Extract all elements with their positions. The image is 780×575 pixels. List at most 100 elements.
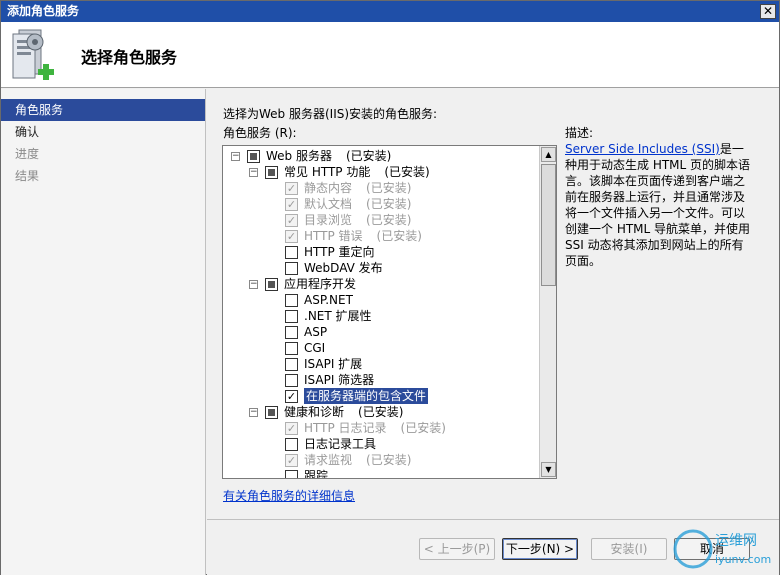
wizard-footer: < 上一步(P) 下一步(N) > 安装(I) 取消 运维网 iyunv.com: [207, 519, 779, 575]
install-button[interactable]: 安装(I): [591, 538, 667, 560]
tree-item-label: HTTP 重定向: [304, 245, 375, 259]
vertical-scrollbar[interactable]: ▲ ▼: [539, 146, 556, 478]
checkbox[interactable]: [265, 166, 278, 179]
tree-row[interactable]: 跟踪: [223, 468, 539, 479]
checkbox[interactable]: [285, 374, 298, 387]
tree-item-label: ASP.NET: [304, 293, 353, 307]
tree-item-label: WebDAV 发布: [304, 261, 383, 275]
tree-row[interactable]: ASP.NET: [223, 292, 539, 308]
page-title: 选择角色服务: [81, 48, 178, 67]
checkbox[interactable]: [265, 406, 278, 419]
tree-row[interactable]: ✓ HTTP 错误 (已安装): [223, 228, 539, 244]
collapse-icon[interactable]: −: [249, 408, 258, 417]
checkbox: ✓: [285, 214, 298, 227]
ssi-link[interactable]: Server Side Includes (SSI): [565, 142, 720, 156]
tree-item-label: 日志记录工具: [304, 437, 377, 451]
tree-row[interactable]: 日志记录工具: [223, 436, 539, 452]
nav-step-results: 结果: [15, 169, 40, 183]
add-role-services-dialog: 添加角色服务 ✕ 选择角色服务 角色服务 确认 进度 结果 选择为Web 服务器…: [0, 0, 780, 575]
checkbox: ✓: [285, 198, 298, 211]
checkbox: ✓: [285, 230, 298, 243]
tree-item-label: 默认文档 (已安装): [304, 197, 412, 211]
tree-item-label: ISAPI 筛选器: [304, 373, 375, 387]
tree-item-label: 常见 HTTP 功能 (已安装): [284, 165, 430, 179]
watermark-subtext: iyunv.com: [715, 553, 771, 566]
wizard-header: 选择角色服务: [1, 22, 779, 88]
checkbox[interactable]: [285, 326, 298, 339]
checkbox[interactable]: [285, 342, 298, 355]
tree-item-label: HTTP 错误 (已安装): [304, 229, 422, 243]
tree-row[interactable]: ✓ 在服务器端的包含文件: [223, 388, 539, 404]
tree-item-label: 目录浏览 (已安装): [304, 213, 412, 227]
tree-item-label: CGI: [304, 341, 326, 355]
tree-row[interactable]: − 常见 HTTP 功能 (已安装): [223, 164, 539, 180]
tree-row[interactable]: ✓ 默认文档 (已安装): [223, 196, 539, 212]
tree-item-label: .NET 扩展性: [304, 309, 372, 323]
checkbox[interactable]: [285, 294, 298, 307]
tree-row[interactable]: WebDAV 发布: [223, 260, 539, 276]
next-button[interactable]: 下一步(N) >: [502, 538, 578, 560]
description-text: Server Side Includes (SSI)是一种用于动态生成 HTML…: [565, 141, 755, 269]
collapse-icon[interactable]: −: [249, 168, 258, 177]
tree-item-label: 应用程序开发: [284, 277, 357, 291]
checkbox[interactable]: [285, 358, 298, 371]
tree-row[interactable]: CGI: [223, 340, 539, 356]
tree-item-label: 跟踪: [304, 469, 329, 479]
tree-item-label: 请求监视 (已安装): [304, 453, 412, 467]
collapse-icon[interactable]: −: [249, 280, 258, 289]
tree-item-label: ASP: [304, 325, 328, 339]
tree-row[interactable]: − 应用程序开发: [223, 276, 539, 292]
checkbox[interactable]: [285, 470, 298, 478]
description-label: 描述:: [565, 126, 594, 140]
checkbox[interactable]: [265, 278, 278, 291]
nav-step-progress: 进度: [15, 147, 40, 161]
scroll-thumb[interactable]: [541, 164, 556, 286]
wizard-steps-nav: 角色服务 确认 进度 结果: [1, 89, 206, 575]
scroll-up-button[interactable]: ▲: [541, 147, 556, 162]
tree-row[interactable]: ✓ 请求监视 (已安装): [223, 452, 539, 468]
role-services-tree[interactable]: − Web 服务器 (已安装) − 常见 HTTP 功能 (已安装) ✓ 静态内容 (已安装) ✓…: [222, 145, 557, 479]
nav-step-role-services[interactable]: 角色服务: [1, 99, 205, 121]
tree-row[interactable]: .NET 扩展性: [223, 308, 539, 324]
nav-step-confirm[interactable]: 确认: [1, 121, 205, 143]
watermark-text: 运维网: [715, 533, 757, 549]
checkbox: ✓: [285, 454, 298, 467]
role-services-label: 角色服务 (R):: [223, 126, 297, 140]
tree-row[interactable]: − 健康和诊断 (已安装): [223, 404, 539, 420]
tree-row[interactable]: − Web 服务器 (已安装): [223, 148, 539, 164]
close-icon: ✕: [762, 4, 774, 18]
tree-row[interactable]: HTTP 重定向: [223, 244, 539, 260]
watermark-logo: 运维网 iyunv.com: [673, 529, 771, 569]
checkbox[interactable]: [285, 438, 298, 451]
checkbox[interactable]: [285, 246, 298, 259]
tree-row[interactable]: ASP: [223, 324, 539, 340]
tree-item-label: 健康和诊断 (已安装): [284, 405, 404, 419]
server-add-icon: [12, 29, 54, 80]
tree-row[interactable]: ✓ 静态内容 (已安装): [223, 180, 539, 196]
tree-row[interactable]: ✓ HTTP 日志记录 (已安装): [223, 420, 539, 436]
tree-item-label: 静态内容 (已安装): [304, 181, 412, 195]
tree-item-label: ISAPI 扩展: [304, 357, 363, 371]
window-title: 添加角色服务: [7, 4, 80, 18]
instruction-text: 选择为Web 服务器(IIS)安装的角色服务:: [223, 107, 438, 121]
tree-item-label: Web 服务器 (已安装): [266, 149, 392, 163]
scroll-down-button[interactable]: ▼: [541, 462, 556, 477]
more-info-link[interactable]: 有关角色服务的详细信息: [223, 487, 355, 504]
checkbox[interactable]: [247, 150, 260, 163]
tree-item-label: 在服务器端的包含文件: [304, 388, 429, 404]
checkbox[interactable]: [285, 262, 298, 275]
tree-item-label: HTTP 日志记录 (已安装): [304, 421, 446, 435]
tree-row[interactable]: ✓ 目录浏览 (已安装): [223, 212, 539, 228]
close-button[interactable]: ✕: [760, 4, 776, 19]
checkbox: ✓: [285, 182, 298, 195]
tree-row[interactable]: ISAPI 扩展: [223, 356, 539, 372]
tree-row[interactable]: ISAPI 筛选器: [223, 372, 539, 388]
main-content: 选择为Web 服务器(IIS)安装的角色服务: 角色服务 (R): − Web 服…: [207, 89, 779, 519]
description-body: 是一种用于动态生成 HTML 页的脚本语言。该脚本在页面传递到客户端之前在服务器…: [565, 142, 751, 268]
checkbox[interactable]: ✓: [285, 390, 298, 403]
collapse-icon[interactable]: −: [231, 152, 240, 161]
tree-items: − Web 服务器 (已安装) − 常见 HTTP 功能 (已安装) ✓ 静态内容 (已安装) ✓…: [223, 148, 539, 479]
checkbox[interactable]: [285, 310, 298, 323]
checkbox: ✓: [285, 422, 298, 435]
previous-button[interactable]: < 上一步(P): [419, 538, 495, 560]
